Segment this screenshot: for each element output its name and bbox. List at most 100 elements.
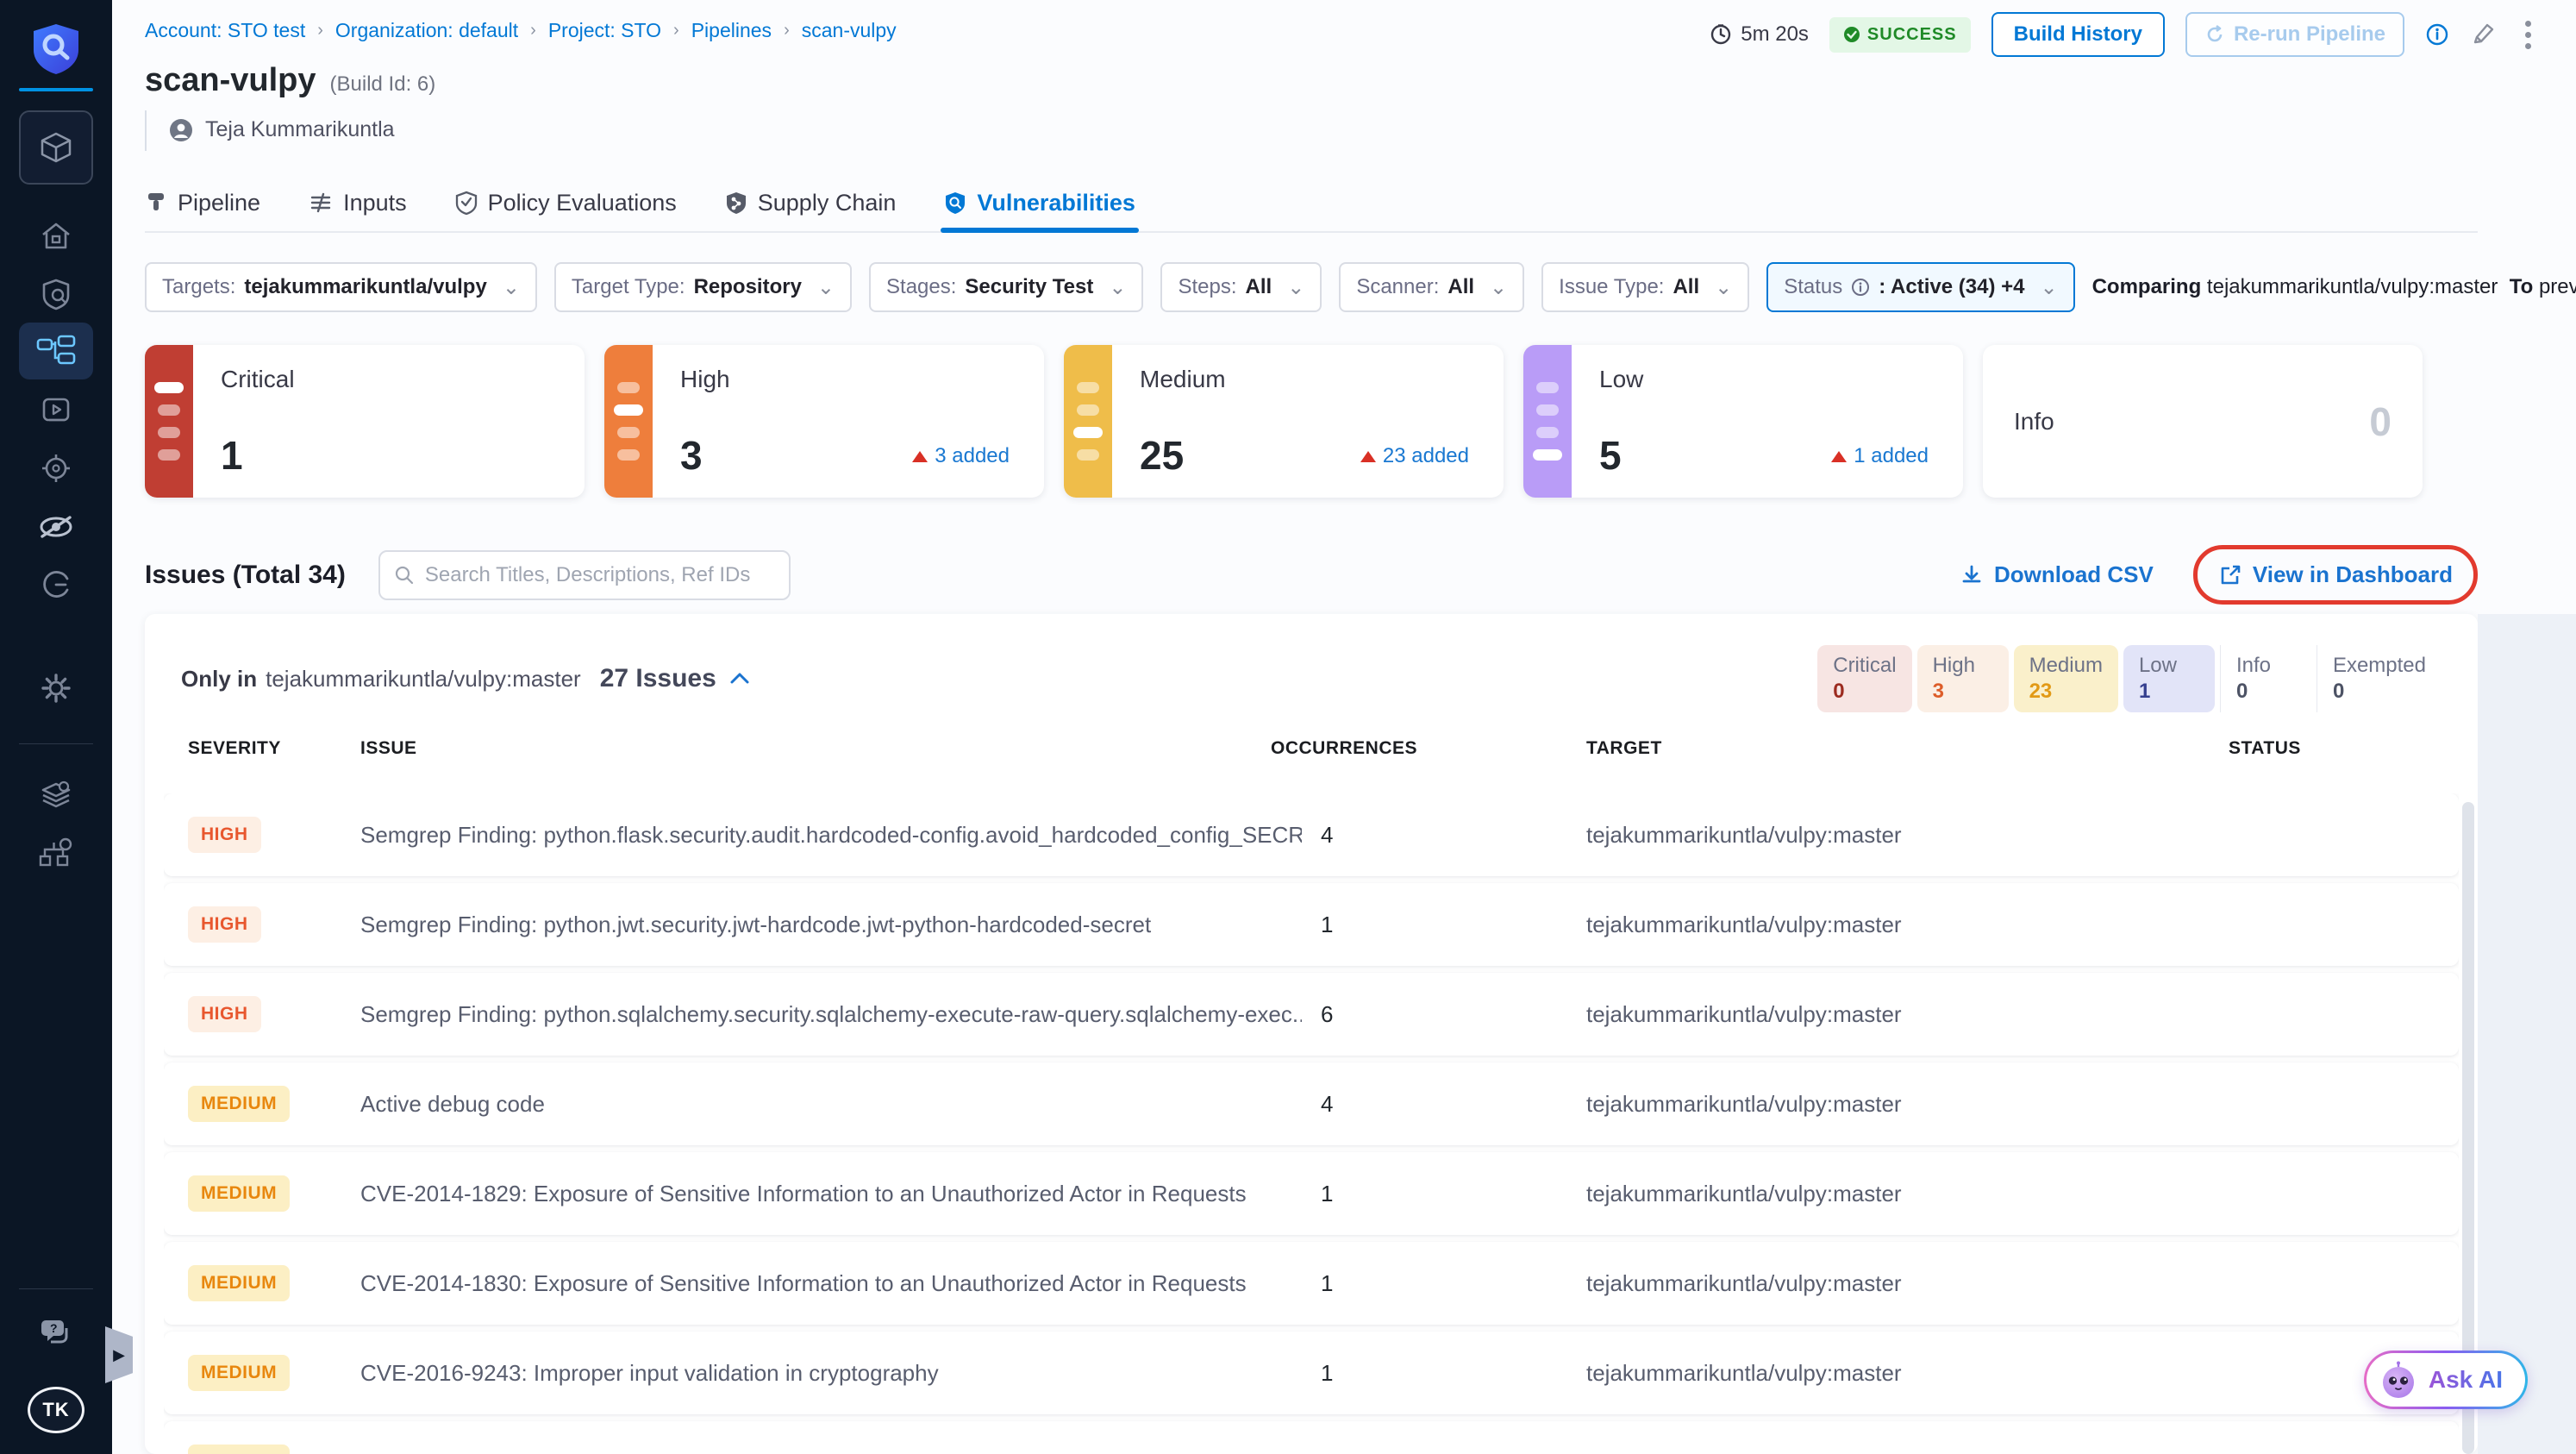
sidebar-targets-icon[interactable] bbox=[0, 446, 112, 491]
status-badge: SUCCESS bbox=[1829, 16, 1971, 53]
breadcrumb-separator: › bbox=[530, 21, 536, 40]
chevron-down-icon: ⌄ bbox=[502, 275, 520, 299]
sidebar-security-tests-icon[interactable] bbox=[0, 505, 112, 549]
chevron-down-icon: ⌄ bbox=[1287, 275, 1305, 299]
filter-target-type[interactable]: Target Type: Repository ⌄ bbox=[553, 262, 853, 312]
medium-severity-bar-icon bbox=[1064, 345, 1112, 498]
svg-text:?: ? bbox=[50, 1321, 58, 1335]
pipeline-tab-icon bbox=[148, 193, 164, 210]
sidebar-help-chat-icon[interactable]: ? bbox=[0, 1311, 112, 1356]
sidebar-pipelines-item-selected[interactable] bbox=[19, 323, 93, 379]
sidebar: ? TK bbox=[0, 0, 112, 1454]
more-options-kebab-icon[interactable] bbox=[2517, 17, 2540, 53]
page-title: scan-vulpy bbox=[145, 62, 316, 98]
severity-card-critical: Critical 1 bbox=[145, 345, 585, 498]
author-row: Teja Kummarikuntla bbox=[145, 110, 395, 151]
build-id-label: (Build Id: 6) bbox=[329, 72, 436, 96]
severity-badge: MEDIUM bbox=[188, 1175, 291, 1212]
filter-status[interactable]: Status : Active (34) +4 ⌄ bbox=[1766, 262, 2075, 312]
tab-supply-chain[interactable]: Supply Chain bbox=[725, 179, 896, 231]
breadcrumb-project[interactable]: Project: STO bbox=[548, 19, 661, 42]
table-row[interactable]: HIGH Semgrep Finding: python.sqlalchemy.… bbox=[164, 973, 2459, 1056]
filter-stages[interactable]: Stages: Security Test ⌄ bbox=[869, 262, 1144, 312]
harness-sto-logo-icon[interactable] bbox=[28, 21, 84, 76]
user-avatar[interactable]: TK bbox=[28, 1387, 84, 1433]
issues-panel: Only in tejakummarikuntla/vulpy:master 2… bbox=[145, 614, 2478, 1454]
table-row[interactable]: MEDIUM Active debug code 4 tejakummariku… bbox=[164, 1062, 2459, 1145]
filter-issue-type[interactable]: Issue Type: All ⌄ bbox=[1541, 262, 1750, 312]
download-csv-button[interactable]: Download CSV bbox=[1960, 561, 2154, 588]
severity-card-info: Info 0 bbox=[1983, 345, 2423, 498]
ask-ai-button[interactable]: Ask AI bbox=[2363, 1351, 2528, 1409]
chip-exempted[interactable]: Exempted 0 bbox=[2316, 645, 2442, 712]
table-row[interactable]: HIGH Semgrep Finding: python.jwt.securit… bbox=[164, 883, 2459, 966]
tab-inputs[interactable]: Inputs bbox=[309, 179, 407, 231]
severity-badge: HIGH bbox=[188, 906, 261, 943]
person-icon bbox=[170, 118, 192, 141]
refresh-icon bbox=[2207, 24, 2223, 42]
download-icon bbox=[1962, 565, 1981, 582]
group-header: Only in tejakummarikuntla/vulpy:master bbox=[181, 665, 581, 692]
right-gutter bbox=[2478, 614, 2576, 1454]
triangle-up-icon bbox=[912, 450, 928, 462]
breadcrumb-account[interactable]: Account: STO test bbox=[145, 19, 305, 42]
ai-robot-icon bbox=[2382, 1361, 2414, 1398]
sidebar-default-settings-icon[interactable] bbox=[0, 773, 112, 818]
severity-badge: MEDIUM bbox=[188, 1445, 291, 1454]
chevron-down-icon: ⌄ bbox=[2040, 275, 2058, 299]
chip-low[interactable]: Low 1 bbox=[2123, 645, 2215, 712]
chevron-down-icon: ⌄ bbox=[1715, 275, 1733, 299]
tab-pipeline[interactable]: Pipeline bbox=[145, 179, 260, 231]
filter-steps[interactable]: Steps: All ⌄ bbox=[1160, 262, 1322, 312]
filter-targets[interactable]: Targets: tejakummarikuntla/vulpy ⌄ bbox=[145, 262, 537, 312]
severity-card-low: Low 5 1 added bbox=[1523, 345, 1963, 498]
annotation-highlight: View in Dashboard bbox=[2192, 545, 2478, 605]
chip-info[interactable]: Info 0 bbox=[2219, 645, 2311, 712]
table-row[interactable]: HIGH Semgrep Finding: python.flask.secur… bbox=[164, 793, 2459, 876]
sidebar-overview-icon[interactable] bbox=[0, 272, 112, 316]
sidebar-settings-gear-icon[interactable] bbox=[0, 666, 112, 711]
edit-pencil-icon[interactable] bbox=[2470, 22, 2496, 47]
tab-vulnerabilities[interactable]: Vulnerabilities bbox=[941, 179, 1139, 233]
triangle-up-icon bbox=[1831, 450, 1848, 462]
tab-policy-evaluations[interactable]: Policy Evaluations bbox=[455, 179, 677, 231]
breadcrumb-organization[interactable]: Organization: default bbox=[335, 19, 518, 42]
search-input[interactable] bbox=[424, 562, 775, 587]
breadcrumb-separator: › bbox=[317, 21, 323, 40]
chevron-up-icon[interactable] bbox=[728, 670, 751, 687]
severity-summary-cards: Critical 1 High 3 3 added Medium 25 23 a… bbox=[145, 345, 2423, 498]
clock-icon bbox=[1711, 24, 1731, 45]
filter-scanner[interactable]: Scanner: All ⌄ bbox=[1339, 262, 1525, 312]
comparing-label: Comparing tejakummarikuntla/vulpy:master… bbox=[2091, 275, 2576, 298]
sidebar-gauge-icon[interactable] bbox=[0, 562, 112, 607]
view-in-dashboard-button[interactable]: View in Dashboard bbox=[2218, 561, 2453, 588]
severity-badge: MEDIUM bbox=[188, 1265, 291, 1301]
breadcrumb-pipelines[interactable]: Pipelines bbox=[691, 19, 772, 42]
severity-badge: HIGH bbox=[188, 817, 261, 853]
chevron-down-icon: ⌄ bbox=[1109, 275, 1127, 299]
table-row[interactable]: MEDIUM CVE-2014-1830: Exposure of Sensit… bbox=[164, 1242, 2459, 1325]
sidebar-home-icon[interactable] bbox=[0, 214, 112, 259]
check-circle-icon bbox=[1843, 27, 1860, 42]
triangle-up-icon bbox=[1360, 450, 1376, 462]
build-history-button[interactable]: Build History bbox=[1991, 12, 2165, 57]
issues-search bbox=[378, 549, 791, 600]
table-row[interactable]: MEDIUM bbox=[164, 1421, 2459, 1454]
breadcrumb-current[interactable]: scan-vulpy bbox=[802, 19, 897, 42]
table-row[interactable]: MEDIUM CVE-2014-1829: Exposure of Sensit… bbox=[164, 1152, 2459, 1235]
author-name: Teja Kummarikuntla bbox=[205, 117, 395, 141]
sidebar-executions-icon[interactable] bbox=[0, 388, 112, 433]
chip-high[interactable]: High 3 bbox=[1916, 645, 2009, 712]
table-header: SEVERITY ISSUE OCCURRENCES TARGET STATUS bbox=[188, 738, 2301, 758]
sidebar-divider bbox=[19, 743, 93, 744]
sidebar-org-settings-icon[interactable] bbox=[0, 830, 112, 874]
policy-shield-check-icon bbox=[455, 191, 477, 215]
info-icon[interactable] bbox=[2425, 22, 2449, 47]
rerun-pipeline-button[interactable]: Re-run Pipeline bbox=[2185, 12, 2404, 57]
chip-critical[interactable]: Critical 0 bbox=[1817, 645, 1912, 712]
issues-total-title: Issues (Total 34) bbox=[145, 560, 346, 589]
low-severity-bar-icon bbox=[1523, 345, 1572, 498]
table-row[interactable]: MEDIUM CVE-2016-9243: Improper input val… bbox=[164, 1332, 2459, 1414]
module-selector-button[interactable] bbox=[19, 110, 93, 185]
chip-medium[interactable]: Medium 23 bbox=[2013, 645, 2118, 712]
